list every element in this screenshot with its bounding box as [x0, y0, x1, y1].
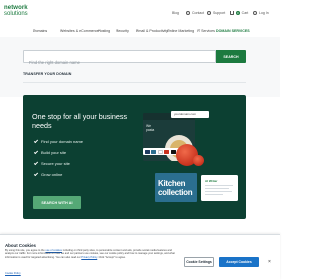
kitchen-title-line1: Kitchen — [158, 179, 186, 188]
chevron-down-icon: ▾ — [168, 29, 170, 32]
check-icon — [33, 171, 39, 177]
hero-banner: One stop for all your business needs Fin… — [23, 95, 246, 219]
nav-label: Websites & eCommerce — [60, 29, 99, 33]
hero-title: One stop for all your business needs — [32, 112, 128, 130]
swatch — [157, 149, 163, 154]
cookie-title: About Cookies — [5, 243, 36, 248]
cart-count: 0 — [236, 11, 240, 15]
text-line — [205, 194, 223, 195]
ai-writer-title: AI Writer — [205, 179, 218, 183]
cookie-settings-button[interactable]: Cookie Settings — [184, 257, 214, 267]
cart-link[interactable]: 0 Cart — [230, 11, 248, 15]
chevron-down-icon: ▾ — [61, 29, 63, 32]
user-icon — [253, 11, 257, 15]
kitchen-card-title: Kitchen collection — [158, 179, 193, 197]
swatch — [151, 149, 156, 154]
login-link-label: Log In — [259, 11, 269, 15]
nav-label: IT Services — [197, 29, 215, 33]
contact-link-label: Contact — [192, 11, 205, 15]
logo-line2: solutions — [4, 11, 28, 17]
cookie-policy-link[interactable]: Cookie Policy — [5, 272, 21, 275]
cart-label: Cart — [241, 11, 249, 15]
search-button[interactable]: SEARCH — [216, 50, 246, 63]
kitchen-title-line2: collection — [158, 188, 193, 197]
feature-item: Find your domain name — [33, 138, 84, 144]
check-icon — [33, 149, 39, 155]
close-icon[interactable]: × — [268, 259, 271, 265]
feature-item: Secure your site — [33, 160, 70, 166]
feature-label: Grow online — [41, 172, 63, 177]
blog-link[interactable]: Blog — [172, 11, 179, 15]
feature-item: Build your site — [33, 149, 67, 155]
nav-label: DOMAIN SERVICES — [216, 29, 250, 33]
accept-cookies-button[interactable]: Accept Cookies — [219, 257, 259, 267]
check-icon — [33, 160, 39, 166]
support-link[interactable]: Support — [207, 11, 225, 15]
cookie-text: By using this site, you agree to the use… — [5, 249, 175, 259]
logo[interactable]: network solutions — [4, 5, 28, 17]
transfer-domain-link[interactable]: TRANSFER YOUR DOMAIN — [23, 72, 71, 76]
domain-search-input[interactable] — [24, 57, 215, 68]
nav-label: Email & Productivity — [136, 29, 168, 33]
phone-icon — [186, 11, 190, 15]
feature-label: Find your domain name — [41, 139, 84, 144]
swatch — [170, 149, 176, 154]
preview-title-line2: pasta — [146, 128, 155, 132]
ai-writer-card: AI Writer — [201, 175, 238, 201]
chevron-down-icon: ▾ — [34, 29, 36, 32]
divider — [23, 82, 246, 83]
login-link[interactable]: Log In — [253, 11, 269, 15]
contact-link[interactable]: Contact — [186, 11, 204, 15]
cookie-banner: About Cookies By using this site, you ag… — [0, 234, 280, 280]
kitchen-collection-card: Kitchen collection — [155, 173, 197, 202]
chevron-down-icon: ▾ — [137, 29, 139, 32]
cookie-text-part: . Click "Accept" to agree. — [97, 255, 126, 259]
check-icon — [33, 138, 39, 144]
tomato-image — [193, 155, 204, 166]
feature-label: Secure your site — [41, 161, 70, 166]
cart-icon — [230, 11, 234, 15]
text-line — [205, 191, 232, 192]
domain-preview-pill: yourdomain.com — [171, 111, 209, 118]
support-link-label: Support — [213, 11, 226, 15]
search-with-ai-button[interactable]: SEARCH WITH AI — [33, 196, 81, 209]
blog-link-label: Blog — [172, 11, 180, 15]
site-header: network solutions Blog Contact Support 0… — [0, 0, 280, 37]
text-line — [205, 185, 233, 186]
chevron-down-icon: ▾ — [117, 29, 119, 32]
domain-search-field[interactable] — [23, 50, 216, 68]
nav-label: Online Marketing — [167, 29, 195, 33]
feature-label: Build your site — [41, 150, 67, 155]
privacy-policy-link[interactable]: Privacy Policy — [81, 256, 97, 259]
help-icon — [207, 11, 211, 15]
preview-title: We pasta — [146, 124, 154, 132]
swatch — [164, 149, 169, 154]
feature-item: Grow online — [33, 171, 63, 177]
chevron-down-icon: ▾ — [198, 29, 200, 32]
text-line — [205, 188, 229, 189]
chevron-down-icon: ▾ — [99, 29, 101, 32]
swatch — [144, 149, 150, 154]
